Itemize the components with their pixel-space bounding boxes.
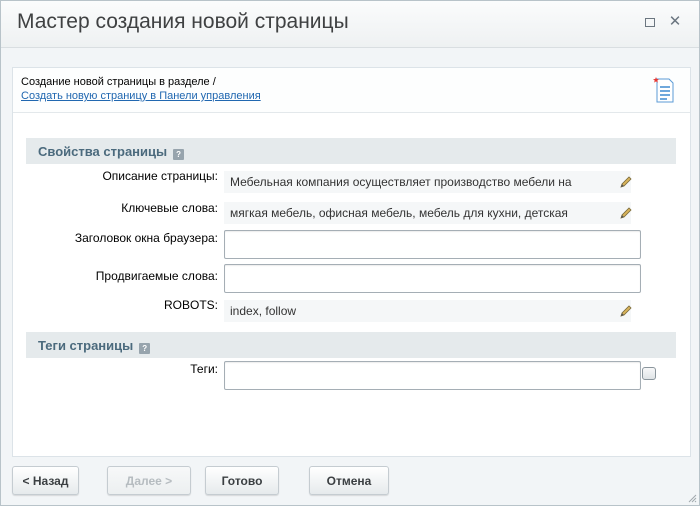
robots-label: ROBOTS: <box>163 298 218 312</box>
dialog-title: Мастер создания новой страницы <box>17 10 349 33</box>
dialog-content: Создание новой страницы в разделе / Созд… <box>12 67 691 457</box>
help-icon[interactable]: ? <box>139 343 151 354</box>
maximize-icon[interactable] <box>642 14 658 30</box>
promoted-words-label: Продвигаемые слова: <box>95 269 218 283</box>
tags-dropdown-button[interactable] <box>642 367 656 380</box>
next-button[interactable]: Далее > <box>107 466 191 495</box>
edit-robots-pencil-icon[interactable] <box>619 304 633 318</box>
cancel-button[interactable]: Отмена <box>309 466 389 495</box>
tags-section-header: Теги страницы? <box>26 332 676 358</box>
done-button[interactable]: Готово <box>205 466 279 495</box>
edit-keywords-pencil-icon[interactable] <box>619 206 633 220</box>
browser-title-label: Заголовок окна браузера: <box>74 231 218 245</box>
info-text: Создание новой страницы в разделе / <box>21 76 216 88</box>
robots-value: index, follow <box>224 300 631 322</box>
new-page-icon <box>653 77 674 103</box>
keywords-label: Ключевые слова: <box>121 201 218 215</box>
info-bar: Создание новой страницы в разделе / Созд… <box>13 68 690 113</box>
tags-label: Теги: <box>190 362 218 376</box>
dialog-titlebar[interactable]: Мастер создания новой страницы ✕ <box>1 1 699 48</box>
description-value: Мебельная компания осуществляет производ… <box>224 171 631 193</box>
help-icon[interactable]: ? <box>173 149 185 160</box>
control-panel-link[interactable]: Создать новую страницу в Панели управлен… <box>21 90 261 102</box>
edit-description-pencil-icon[interactable] <box>619 175 633 189</box>
browser-title-input[interactable] <box>224 230 641 259</box>
description-label: Описание страницы: <box>102 169 218 183</box>
close-icon[interactable]: ✕ <box>667 14 683 30</box>
keywords-value: мягкая мебель, офисная мебель, мебель дл… <box>224 202 631 224</box>
promoted-words-input[interactable] <box>224 264 641 293</box>
wizard-dialog: Мастер создания новой страницы ✕ Создани… <box>0 0 700 506</box>
back-button[interactable]: < Назад <box>12 466 79 495</box>
tags-section-title: Теги страницы <box>38 338 134 353</box>
properties-section-title: Свойства страницы <box>38 144 168 159</box>
properties-section-header: Свойства страницы? <box>26 138 676 164</box>
tags-input[interactable] <box>224 361 641 390</box>
resize-grip-icon[interactable] <box>687 493 697 503</box>
